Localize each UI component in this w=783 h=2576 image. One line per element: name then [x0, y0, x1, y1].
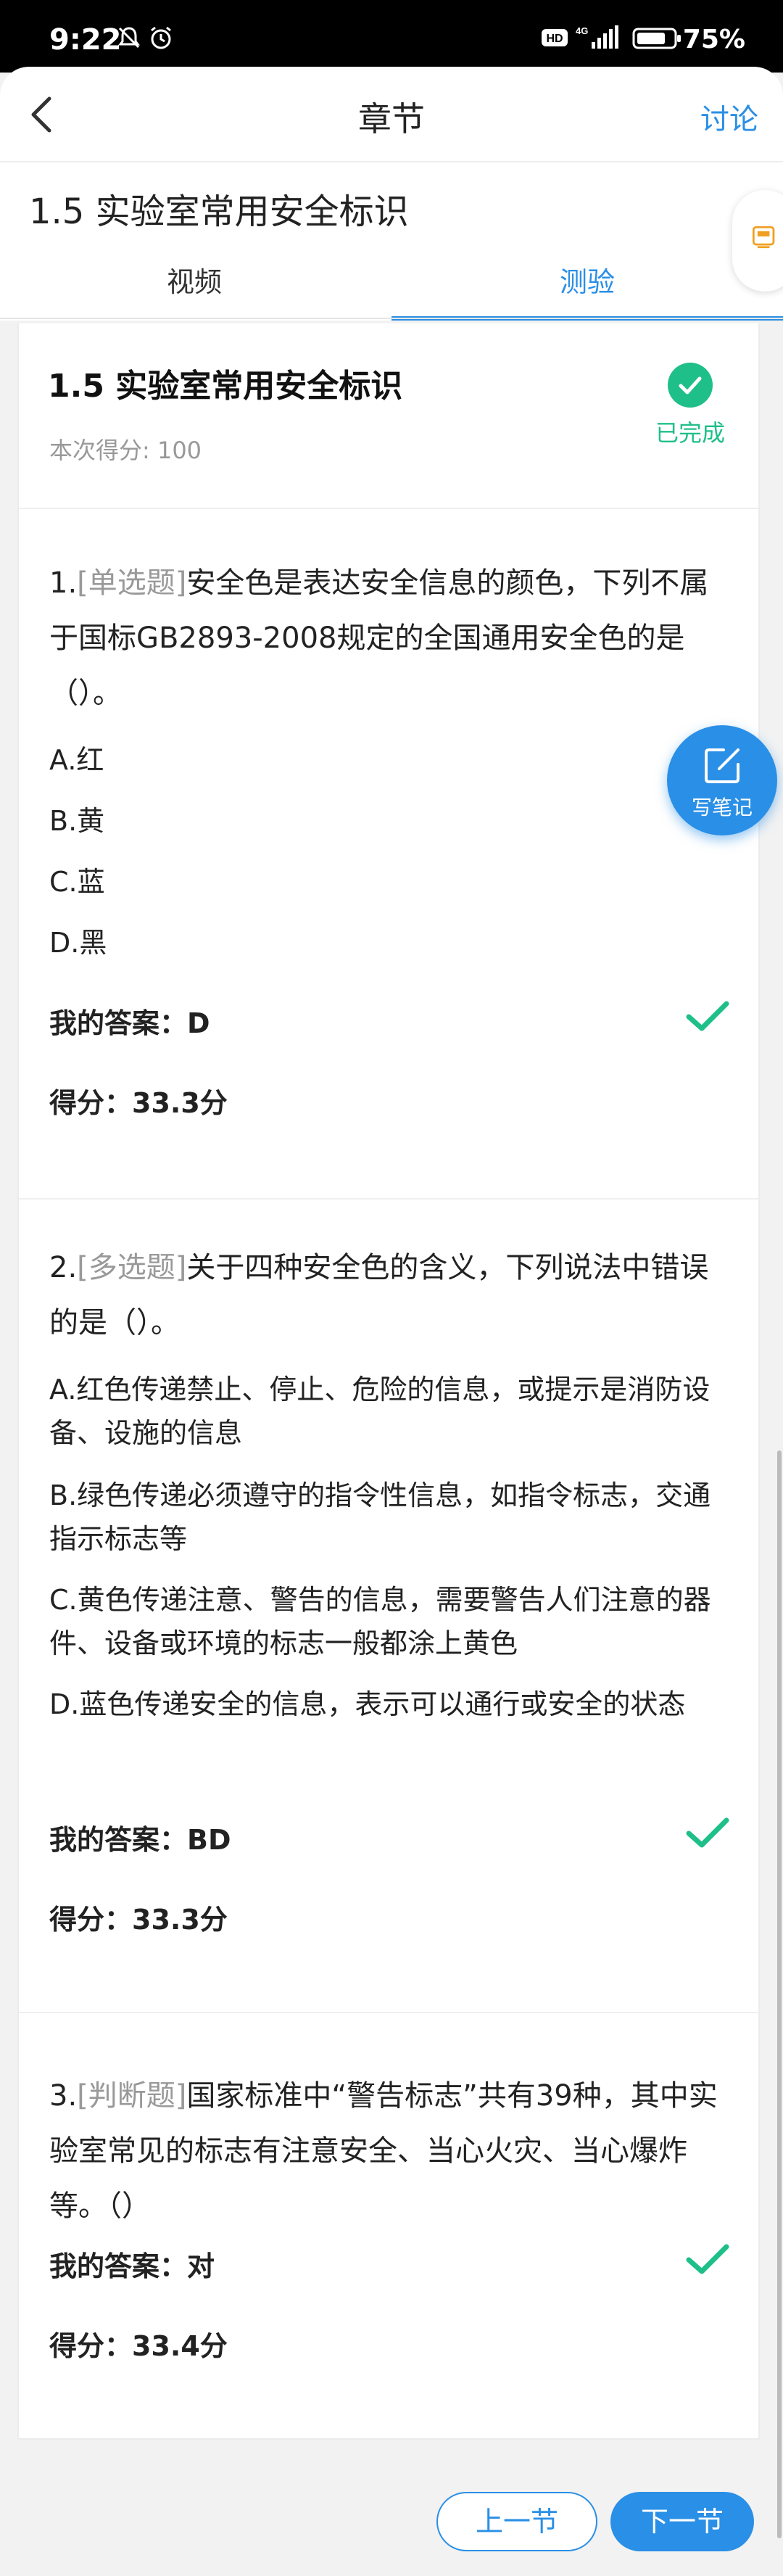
question-2: 2.[多选题]关于四种安全色的含义，下列说法中错误的是（）。 A.红色传递禁止、… [19, 1200, 758, 2013]
hd-icon: HD [542, 29, 568, 46]
write-note-button[interactable]: 写笔记 [667, 725, 777, 835]
question-score: 得分：33.3分 [49, 1087, 228, 1119]
question-number: 3. [49, 2079, 78, 2113]
my-answer: 我的答案：BD [49, 1824, 231, 1856]
section-header: 1.5 实验室常用安全标识 本次得分: 100 已完成 [19, 323, 758, 509]
question-type: [多选题] [77, 1251, 187, 1284]
question-number: 1. [49, 566, 78, 600]
completed-check-icon [668, 363, 713, 408]
question-1: 1.[单选题]安全色是表达安全信息的颜色，下列不属于国标GB2893-2008规… [19, 511, 758, 1200]
nav-bar: 章节 讨论 [0, 73, 783, 162]
write-note-label: 写笔记 [691, 796, 753, 820]
question-score: 得分：33.4分 [49, 2330, 228, 2362]
tab-video[interactable]: 视频 [167, 260, 222, 300]
signal-icon: 4G [576, 25, 618, 49]
tab-bar: 视频 测验 [0, 254, 783, 321]
divider [0, 161, 783, 162]
option-a: A.红色传递禁止、停止、危险的信息，或提示是消防设备、设施的信息 [49, 1374, 710, 1449]
app-root: 9:22 HD 4G 75% 章节 讨论 1.5 实验室常用安全标识 视频 测验… [0, 0, 783, 2576]
tab-quiz[interactable]: 测验 [560, 260, 615, 300]
status-time: 9:22 [49, 23, 122, 57]
correct-check-icon [686, 2244, 729, 2274]
correct-check-icon [686, 1817, 729, 1848]
completed-status: 已完成 [655, 419, 726, 447]
my-answer: 我的答案：D [49, 1007, 210, 1039]
option-d: D.蓝色传递安全的信息，表示可以通行或安全的状态 [49, 1688, 686, 1720]
scrollbar[interactable] [777, 1450, 782, 2538]
network-label: 4G [576, 25, 588, 36]
battery-percent: 75% [682, 25, 745, 54]
question-score: 得分：33.3分 [49, 1904, 228, 1936]
question-text: 2.[多选题]关于四种安全色的含义，下列说法中错误的是（）。 [49, 1240, 731, 1350]
section-title: 1.5 实验室常用安全标识 [48, 368, 403, 405]
option-b: B.黄 [49, 805, 105, 837]
status-bar: 9:22 HD 4G 75% [0, 0, 783, 73]
discuss-button[interactable]: 讨论 [700, 96, 758, 138]
option-c: C.黄色传递注意、警告的信息，需要警告人们注意的器件、设备或环境的标志一般都涂上… [49, 1584, 711, 1659]
battery-icon [632, 28, 681, 49]
tool-icon [752, 226, 775, 249]
question-number: 2. [49, 1251, 78, 1284]
my-answer: 我的答案：对 [49, 2250, 215, 2282]
svg-text:HD: HD [546, 33, 563, 45]
mute-bell-icon [118, 27, 140, 49]
correct-check-icon [686, 1001, 729, 1031]
nav-title: 章节 [358, 99, 425, 139]
prev-section-button[interactable]: 上一节 [436, 2492, 597, 2551]
chapter-title: 1.5 实验室常用安全标识 [29, 191, 409, 232]
question-type: [判断题] [77, 2079, 187, 2113]
edit-note-icon [705, 748, 740, 783]
option-b: B.绿色传递必须遵守的指令性信息，如指令标志，交通指示标志等 [49, 1479, 711, 1555]
option-d: D.黑 [49, 927, 107, 959]
section-score: 本次得分: 100 [49, 437, 202, 464]
question-3: 3.[判断题]国家标准中“警告标志”共有39种，其中实验室常见的标志有注意安全、… [19, 2013, 758, 2440]
option-c: C.蓝 [49, 866, 105, 898]
alarm-icon [151, 26, 171, 49]
option-a: A.红 [49, 744, 104, 776]
question-type: [单选题] [77, 566, 187, 600]
question-text: 1.[单选题]安全色是表达安全信息的颜色，下列不属于国标GB2893-2008规… [49, 556, 731, 721]
question-text: 3.[判断题]国家标准中“警告标志”共有39种，其中实验室常见的标志有注意安全、… [49, 2068, 731, 2234]
next-section-button[interactable]: 下一节 [610, 2492, 754, 2551]
divider [0, 318, 783, 319]
quiz-card: 1.5 实验室常用安全标识 本次得分: 100 已完成 1.[单选题]安全色是表… [17, 323, 760, 2440]
